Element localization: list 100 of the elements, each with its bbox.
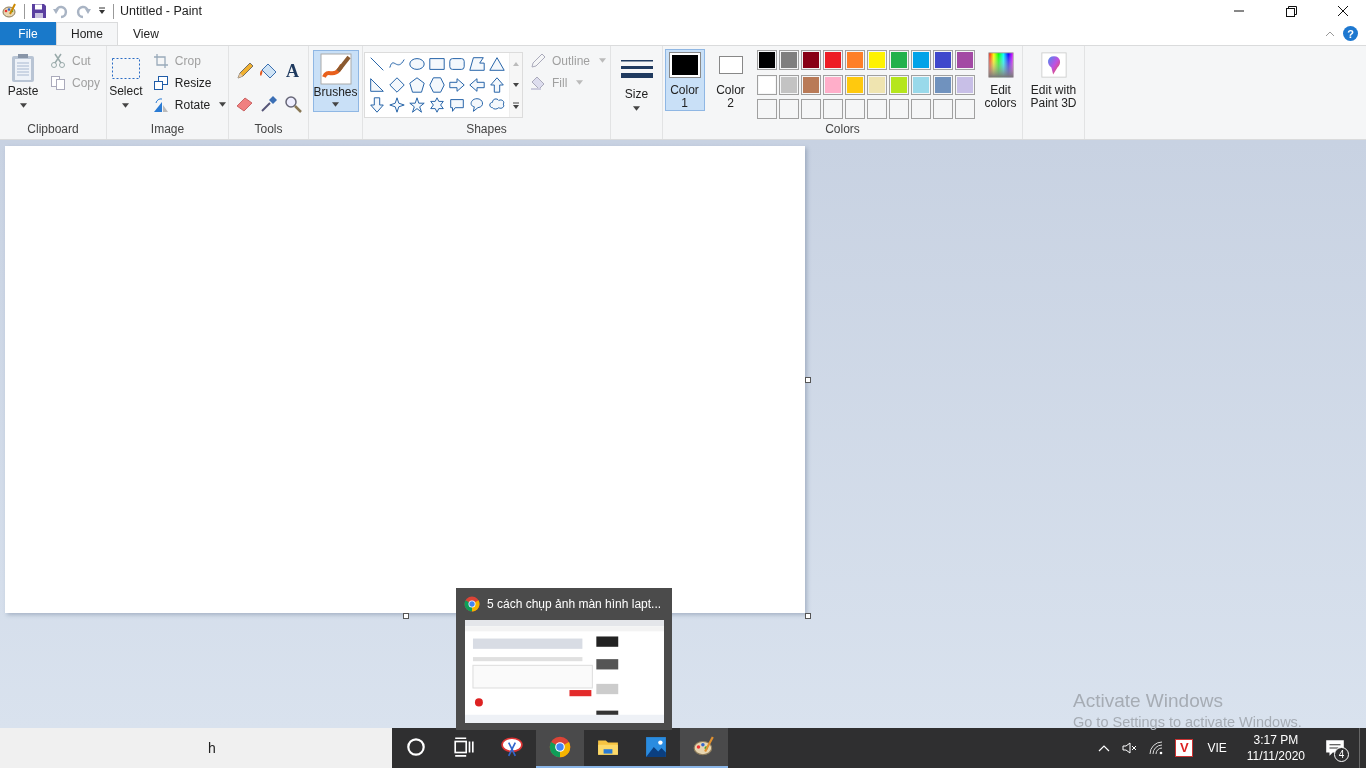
color-swatch[interactable] — [778, 74, 799, 95]
preview-title: 5 cách chụp ảnh màn hình lapt... — [487, 597, 662, 611]
scissors-icon — [50, 52, 66, 69]
muted-speaker-icon[interactable] — [1122, 740, 1139, 756]
color-swatch[interactable] — [822, 50, 843, 70]
color-1-button[interactable]: Color 1 — [664, 49, 705, 111]
right-arrow-shape-icon[interactable] — [448, 75, 466, 94]
rotate-icon — [152, 96, 169, 113]
color-swatch[interactable] — [756, 74, 777, 95]
help-icon[interactable]: ? — [1343, 26, 1358, 41]
language-indicator[interactable]: VIE — [1207, 741, 1227, 755]
notification-count: 4 — [1334, 747, 1349, 762]
diamond-shape-icon[interactable] — [388, 75, 406, 94]
color-swatch[interactable] — [954, 74, 975, 95]
edit-colors-button[interactable]: Edit colors — [980, 49, 1021, 111]
rounded-rectangle-shape-icon[interactable] — [448, 55, 466, 73]
customize-caret-icon[interactable] — [97, 6, 107, 16]
color-swatch[interactable] — [844, 74, 865, 95]
color-swatch[interactable] — [800, 74, 821, 95]
resize-handle[interactable] — [805, 613, 811, 619]
line-shape-icon[interactable] — [368, 55, 386, 73]
paint-app-icon[interactable] — [2, 3, 18, 19]
color-swatch[interactable] — [866, 50, 887, 70]
caret-icon — [332, 102, 339, 107]
color-swatch[interactable] — [888, 74, 909, 95]
file-tab[interactable]: File — [0, 22, 56, 45]
ribbon-tab[interactable]: Home — [56, 22, 118, 45]
caret-icon — [633, 106, 640, 111]
brush-icon — [319, 53, 352, 85]
hexagon-shape-icon[interactable] — [428, 75, 446, 94]
group-label: Colors — [825, 122, 860, 138]
color-swatch[interactable] — [932, 74, 953, 95]
fill-bucket-icon[interactable] — [258, 61, 279, 81]
pencil-icon[interactable] — [234, 61, 255, 81]
fill-bucket-icon — [530, 74, 546, 91]
resize-button[interactable]: Resize — [151, 73, 230, 92]
pentagon-shape-icon[interactable] — [408, 75, 426, 94]
task-view-icon — [453, 736, 475, 758]
up-arrow-shape-icon[interactable] — [488, 75, 506, 94]
resize-handle[interactable] — [805, 377, 811, 383]
crop-icon — [152, 52, 169, 69]
color-swatch[interactable] — [910, 74, 931, 95]
paint-drop-icon — [1038, 52, 1069, 78]
resize-handle[interactable] — [403, 613, 409, 619]
rotate-button[interactable]: Rotate — [151, 95, 230, 114]
right-triangle-shape-icon[interactable] — [368, 75, 386, 94]
wifi-icon[interactable] — [1148, 740, 1165, 756]
paint-taskbar-button[interactable] — [680, 728, 728, 768]
caret-icon — [19, 103, 27, 108]
oval-shape-icon[interactable] — [408, 55, 426, 73]
pen-icon — [530, 52, 546, 69]
rectangle-shape-icon[interactable] — [428, 55, 446, 73]
group-label: Clipboard — [27, 122, 79, 138]
color-swatch[interactable] — [932, 50, 953, 70]
tray-app-icon[interactable]: V — [1175, 739, 1194, 757]
group-label: Shapes — [466, 122, 507, 138]
color-swatch[interactable] — [954, 50, 975, 70]
color-swatch[interactable] — [866, 74, 887, 95]
left-arrow-shape-icon[interactable] — [468, 75, 486, 94]
color-swatch[interactable] — [822, 74, 843, 95]
search-field[interactable]: h — [0, 728, 392, 768]
down-arrow-shape-icon[interactable] — [368, 96, 386, 115]
color-2-button[interactable]: Color 2 — [710, 49, 751, 111]
color-swatch[interactable] — [778, 50, 799, 70]
resize-icon — [152, 74, 169, 91]
caret-icon — [599, 58, 606, 63]
magnifier-icon[interactable] — [282, 93, 303, 114]
photo-icon — [645, 736, 667, 758]
color-swatch[interactable] — [756, 50, 777, 70]
paint-3d-button[interactable]: Edit with Paint 3D — [1025, 49, 1082, 111]
text-tool[interactable]: A — [282, 61, 303, 81]
color-swatch[interactable] — [888, 50, 909, 70]
paste-button[interactable]: Paste — [3, 49, 43, 111]
caret-icon — [576, 80, 584, 85]
caret-icon — [122, 103, 130, 108]
speech-oval-shape-icon[interactable] — [468, 96, 486, 115]
chrome-taskbar-button[interactable] — [536, 728, 584, 768]
polygon-shape-icon[interactable] — [468, 55, 486, 73]
color-swatch[interactable] — [844, 50, 865, 70]
brushes-button[interactable]: Brushes — [312, 50, 359, 112]
four-point-star-shape-icon[interactable] — [388, 96, 406, 115]
copy-icon — [50, 74, 66, 91]
color-swatch[interactable] — [800, 50, 821, 70]
five-point-star-shape-icon[interactable] — [408, 96, 426, 115]
caret-icon — [219, 102, 227, 107]
ribbon-tab[interactable]: View — [118, 22, 174, 45]
speech-rectangle-shape-icon[interactable] — [448, 96, 466, 115]
spectrum-icon — [985, 52, 1016, 78]
triangle-shape-icon[interactable] — [488, 55, 506, 73]
size-button[interactable]: Size — [616, 52, 657, 114]
scissors-icon — [501, 736, 523, 758]
chrome-icon — [464, 596, 480, 612]
save-icon[interactable] — [31, 3, 47, 19]
select-button[interactable]: Select — [105, 49, 146, 111]
color-swatch[interactable] — [910, 50, 931, 70]
notifications-button[interactable]: 4 — [1317, 728, 1353, 768]
six-point-star-shape-icon[interactable] — [428, 96, 446, 115]
clock[interactable]: 3:17 PM 11/11/2020 — [1246, 732, 1305, 764]
window-title: Untitled - Paint — [120, 4, 202, 18]
group-label: Tools — [254, 122, 283, 138]
